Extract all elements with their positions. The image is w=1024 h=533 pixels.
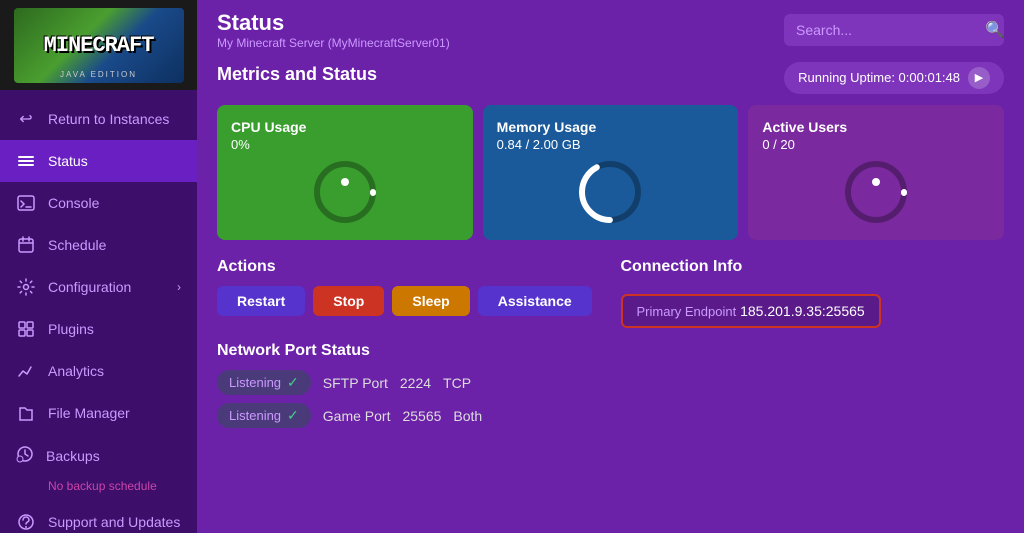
connection-label: Primary Endpoint — [637, 304, 737, 319]
backups-label: Backups — [46, 448, 181, 464]
assistance-button[interactable]: Assistance — [478, 286, 592, 316]
sftp-protocol: TCP — [443, 375, 471, 391]
search-bar[interactable]: 🔍 — [784, 14, 1004, 46]
sidebar: MINECRAFT JAVA EDITION ↩ Return to Insta… — [0, 0, 197, 533]
sftp-status-text: Listening — [229, 375, 281, 390]
sftp-port-number: 2224 — [400, 375, 431, 391]
configuration-icon — [16, 277, 36, 297]
memory-card-value: 0.84 / 2.00 GB — [497, 137, 581, 152]
sidebar-item-plugins[interactable]: Plugins — [0, 308, 197, 350]
analytics-icon — [16, 361, 36, 381]
logo-area: MINECRAFT JAVA EDITION — [0, 0, 197, 90]
file-manager-icon — [16, 403, 36, 423]
header: Status My Minecraft Server (MyMinecraftS… — [197, 0, 1024, 56]
actions-buttons: Restart Stop Sleep Assistance — [217, 286, 601, 316]
sidebar-status-label: Status — [48, 153, 181, 169]
actions-section: Actions Restart Stop Sleep Assistance — [217, 254, 601, 316]
connection-endpoint-value: 185.201.9.35:25565 — [740, 303, 865, 319]
sidebar-backups-section: Backups No backup schedule — [0, 434, 197, 501]
users-card-value: 0 / 20 — [762, 137, 795, 152]
sidebar-item-configuration[interactable]: Configuration › — [0, 266, 197, 308]
sidebar-item-schedule[interactable]: Schedule — [0, 224, 197, 266]
minecraft-logo: MINECRAFT JAVA EDITION — [14, 8, 184, 83]
cpu-gauge — [310, 157, 380, 232]
return-icon: ↩ — [16, 109, 36, 129]
sidebar-schedule-label: Schedule — [48, 237, 181, 253]
page-subtitle: My Minecraft Server (MyMinecraftServer01… — [217, 36, 450, 50]
content-area: Metrics and Status Running Uptime: 0:00:… — [197, 56, 1024, 533]
network-section: Network Port Status Listening ✓ SFTP Por… — [217, 342, 1004, 428]
metric-card-cpu: CPU Usage 0% — [217, 105, 473, 240]
sidebar-item-label: Return to Instances — [48, 111, 181, 127]
sidebar-item-analytics[interactable]: Analytics — [0, 350, 197, 392]
metric-card-memory: Memory Usage 0.84 / 2.00 GB — [483, 105, 739, 240]
plugins-icon — [16, 319, 36, 339]
sidebar-item-file-manager[interactable]: File Manager — [0, 392, 197, 434]
connection-info-box: Primary Endpoint 185.201.9.35:25565 — [621, 294, 881, 328]
users-gauge — [841, 157, 911, 232]
uptime-text: Running Uptime: 0:00:01:48 — [798, 70, 960, 85]
game-check-icon: ✓ — [287, 407, 299, 424]
sleep-button[interactable]: Sleep — [392, 286, 469, 316]
sidebar-analytics-label: Analytics — [48, 363, 181, 379]
page-title: Status — [217, 10, 450, 36]
sidebar-nav: ↩ Return to Instances Status — [0, 90, 197, 533]
actions-title: Actions — [217, 258, 601, 276]
stop-button[interactable]: Stop — [313, 286, 384, 316]
metrics-header: Metrics and Status Running Uptime: 0:00:… — [217, 60, 1004, 95]
connection-section: Connection Info Primary Endpoint 185.201… — [621, 254, 1005, 328]
cpu-card-value: 0% — [231, 137, 250, 152]
memory-gauge — [575, 157, 645, 232]
connection-title: Connection Info — [621, 258, 1005, 276]
network-ports: Listening ✓ SFTP Port 2224 TCP Listening… — [217, 370, 1004, 428]
header-title-area: Status My Minecraft Server (MyMinecraftS… — [217, 10, 450, 50]
game-listening-badge: Listening ✓ — [217, 403, 311, 428]
chevron-right-icon: › — [177, 280, 181, 294]
port-row-sftp: Listening ✓ SFTP Port 2224 TCP — [217, 370, 1004, 395]
logo-text: MINECRAFT — [44, 33, 154, 58]
logo-sub: JAVA EDITION — [60, 70, 137, 79]
sidebar-config-label: Configuration — [48, 279, 165, 295]
sidebar-item-support[interactable]: Support and Updates — [0, 501, 197, 533]
backups-icon — [16, 445, 34, 466]
sidebar-item-backups[interactable]: Backups — [0, 434, 197, 477]
game-port-label: Game Port — [323, 408, 391, 424]
sidebar-item-return[interactable]: ↩ Return to Instances — [0, 98, 197, 140]
metrics-grid: CPU Usage 0% Memory Usage 0.84 / 2.00 GB — [217, 105, 1004, 240]
sidebar-support-label: Support and Updates — [48, 514, 181, 530]
sidebar-plugins-label: Plugins — [48, 321, 181, 337]
schedule-icon — [16, 235, 36, 255]
status-icon — [16, 151, 36, 171]
game-status-text: Listening — [229, 408, 281, 423]
backups-sub-label: No backup schedule — [0, 477, 197, 501]
game-protocol: Both — [453, 408, 482, 424]
network-title: Network Port Status — [217, 342, 1004, 360]
cpu-card-title: CPU Usage — [231, 119, 306, 135]
metrics-title: Metrics and Status — [217, 64, 377, 85]
sidebar-console-label: Console — [48, 195, 181, 211]
sftp-listening-badge: Listening ✓ — [217, 370, 311, 395]
actions-connection-row: Actions Restart Stop Sleep Assistance Co… — [217, 254, 1004, 328]
metric-card-users: Active Users 0 / 20 — [748, 105, 1004, 240]
restart-button[interactable]: Restart — [217, 286, 305, 316]
uptime-badge: Running Uptime: 0:00:01:48 ▶ — [784, 62, 1004, 94]
sidebar-item-console[interactable]: Console — [0, 182, 197, 224]
main-content: Status My Minecraft Server (MyMinecraftS… — [197, 0, 1024, 533]
search-input[interactable] — [796, 22, 977, 38]
sftp-port-label: SFTP Port — [323, 375, 388, 391]
sidebar-filemanager-label: File Manager — [48, 405, 181, 421]
memory-card-title: Memory Usage — [497, 119, 597, 135]
sftp-check-icon: ✓ — [287, 374, 299, 391]
support-icon — [16, 512, 36, 532]
users-card-title: Active Users — [762, 119, 847, 135]
search-icon[interactable]: 🔍 — [985, 20, 1005, 40]
uptime-play-button[interactable]: ▶ — [968, 67, 990, 89]
console-icon — [16, 193, 36, 213]
port-row-game: Listening ✓ Game Port 25565 Both — [217, 403, 1004, 428]
game-port-number: 25565 — [402, 408, 441, 424]
sidebar-item-status[interactable]: Status — [0, 140, 197, 182]
